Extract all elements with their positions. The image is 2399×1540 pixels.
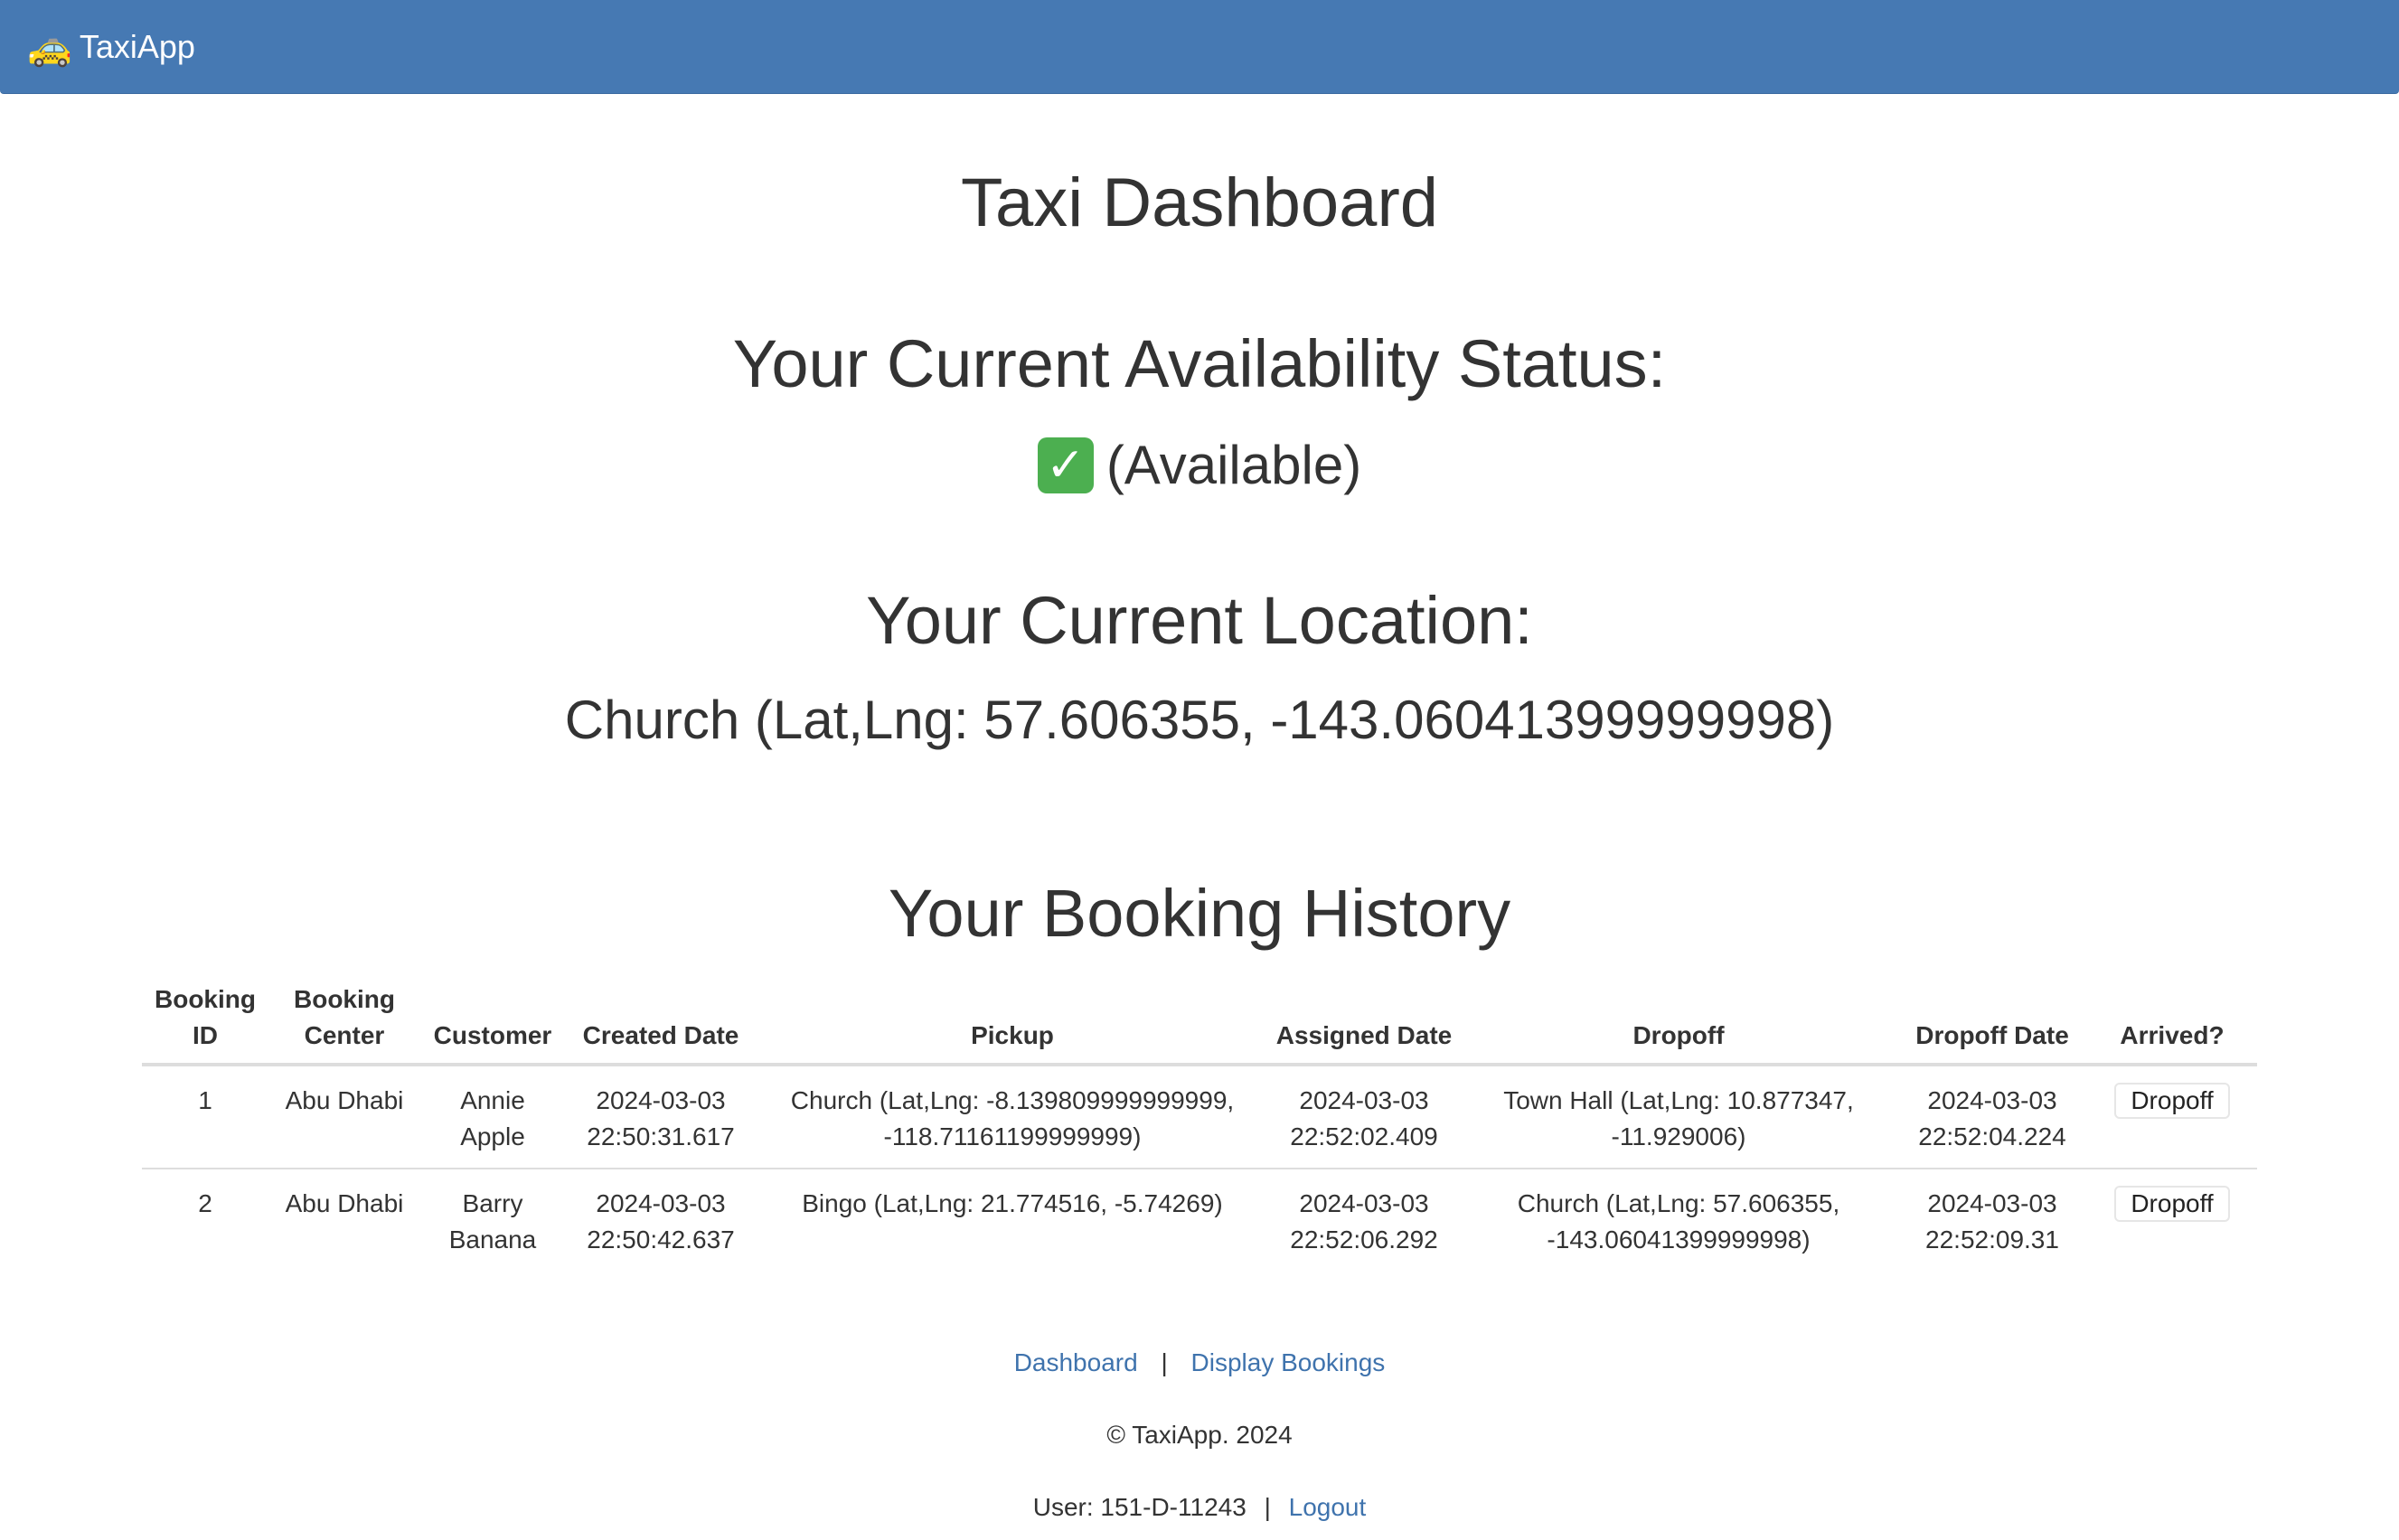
dropoff-button[interactable]: Dropoff	[2114, 1083, 2230, 1119]
footer-copyright: © TaxiApp. 2024	[1106, 1421, 1293, 1449]
cell-booking-center: Abu Dhabi	[268, 1065, 420, 1169]
column-header-assigned-date: Assigned Date	[1268, 978, 1460, 1066]
column-header-arrived: Arrived?	[2087, 978, 2257, 1066]
cell-booking-center: Abu Dhabi	[285, 1189, 404, 1217]
cell-assigned-date: 2024-03-03 22:52:02.409	[1268, 1065, 1460, 1169]
availability-status: ✓ (Available)	[0, 425, 2399, 506]
column-header-created-date: Created Date	[565, 978, 757, 1066]
booking-history-table: Booking ID Booking Center Customer Creat…	[142, 978, 2257, 1271]
footer-nav: Dashboard | Display Bookings	[0, 1345, 2399, 1381]
footer-separator: |	[1161, 1348, 1168, 1376]
logout-link[interactable]: Logout	[1289, 1493, 1367, 1521]
footer-separator: |	[1264, 1493, 1271, 1521]
cell-pickup: Church (Lat,Lng: -8.139809999999999, -11…	[757, 1065, 1268, 1169]
location-heading: Your Current Location:	[866, 583, 1533, 658]
column-header-dropoff: Dropoff	[1460, 978, 1897, 1066]
cell-arrived: Dropoff	[2087, 1065, 2257, 1169]
cell-assigned-date: 2024-03-03 22:52:06.292	[1290, 1189, 1438, 1254]
cell-arrived: Dropoff	[2087, 1169, 2257, 1271]
column-header-pickup: Pickup	[757, 978, 1268, 1066]
check-mark-button-icon: ✓	[1037, 437, 1094, 493]
dashboard-link[interactable]: Dashboard	[1014, 1348, 1138, 1376]
taxi-icon: 🚕	[27, 26, 72, 69]
cell-dropoff: Town Hall (Lat,Lng: 10.877347, -11.92900…	[1460, 1065, 1897, 1169]
column-header-booking-id: Booking ID	[142, 978, 268, 1066]
cell-customer: Annie Apple	[420, 1065, 565, 1169]
cell-dropoff-date: 2024-03-03 22:52:04.224	[1897, 1065, 2087, 1169]
display-bookings-link[interactable]: Display Bookings	[1191, 1348, 1386, 1376]
availability-heading: Your Current Availability Status:	[732, 326, 1667, 401]
current-location: Church (Lat,Lng: 57.606355, -143.0604139…	[564, 690, 1835, 750]
table-row: 1 Abu Dhabi Annie Apple 2024-03-03 22:50…	[142, 1065, 2257, 1169]
brand-label: TaxiApp	[79, 28, 195, 65]
cell-created-date: 2024-03-03 22:50:42.637	[587, 1189, 735, 1254]
booking-history-heading: Your Booking History	[888, 876, 1511, 951]
column-header-dropoff-date: Dropoff Date	[1897, 978, 2087, 1066]
availability-status-text: (Available)	[1105, 435, 1362, 495]
footer-user-info: User: 151-D-11243 | Logout	[0, 1489, 2399, 1526]
brand-link[interactable]: 🚕 TaxiApp	[27, 0, 195, 94]
user-id-text: User: 151-D-11243	[1032, 1493, 1247, 1521]
cell-customer: Barry Banana	[448, 1189, 537, 1254]
column-header-customer: Customer	[420, 978, 565, 1066]
cell-pickup: Bingo (Lat,Lng: 21.774516, -5.74269)	[802, 1189, 1223, 1217]
cell-dropoff: Church (Lat,Lng: 57.606355, -143.0604139…	[1517, 1189, 1840, 1254]
cell-dropoff-date: 2024-03-03 22:52:09.31	[1925, 1189, 2059, 1254]
table-header-row: Booking ID Booking Center Customer Creat…	[142, 978, 2257, 1066]
table-row: 2 Abu Dhabi Barry Banana 2024-03-03 22:5…	[142, 1169, 2257, 1271]
dropoff-button[interactable]: Dropoff	[2114, 1186, 2230, 1222]
cell-created-date: 2024-03-03 22:50:31.617	[565, 1065, 757, 1169]
column-header-booking-center: Booking Center	[268, 978, 420, 1066]
cell-booking-id: 2	[198, 1189, 212, 1217]
cell-booking-id: 1	[142, 1065, 268, 1169]
top-navbar: 🚕 TaxiApp	[0, 0, 2399, 94]
page-title: Taxi Dashboard	[960, 164, 1439, 241]
